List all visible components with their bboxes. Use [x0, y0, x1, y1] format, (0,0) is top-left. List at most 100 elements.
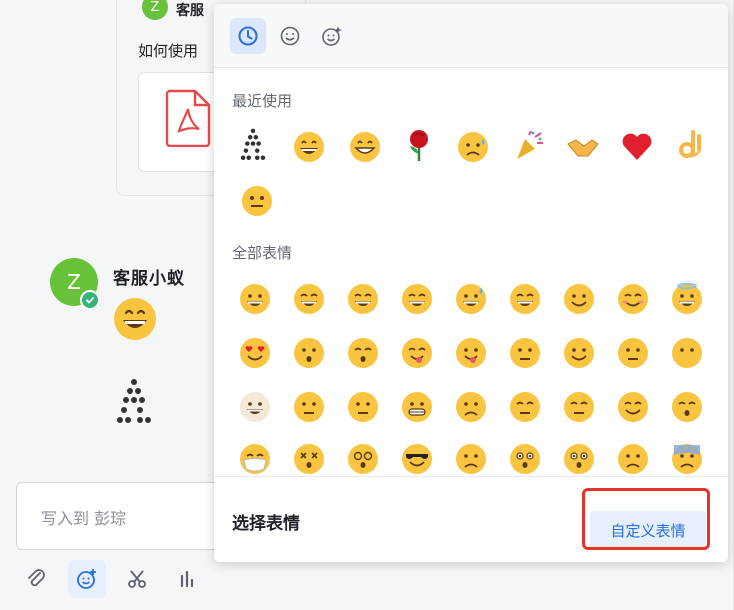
attach-button[interactable]: [18, 560, 56, 598]
heart-eyes-emoji[interactable]: [238, 336, 272, 370]
tongue-emoji[interactable]: [454, 336, 488, 370]
fearful-face-icon: [672, 444, 702, 474]
heart-eyes-face-icon: [240, 338, 270, 368]
sleeping-face-icon: [672, 392, 702, 422]
rose-icon: [410, 130, 428, 161]
ok-hand-emoji[interactable]: [674, 128, 708, 162]
kiss-closed-face-icon: [348, 338, 378, 368]
message-compose-box[interactable]: 写入到 彭琮: [16, 482, 236, 550]
grimace-emoji[interactable]: [400, 390, 434, 424]
emoji-add-icon: [77, 569, 96, 589]
sad-sweat-face-icon: [458, 132, 488, 162]
beam-emoji[interactable]: [346, 282, 380, 316]
flushed-emoji[interactable]: [562, 442, 596, 476]
mask-emoji[interactable]: [238, 442, 272, 476]
expressionless-emoji[interactable]: [616, 336, 650, 370]
tab-emoji[interactable]: [272, 18, 308, 54]
clock-icon: [238, 26, 258, 46]
yum-emoji[interactable]: [400, 336, 434, 370]
ant-logo-sticker: [117, 379, 151, 423]
smiley-sparkle-icon: [322, 26, 342, 46]
compose-toolbar: [18, 560, 206, 598]
flushed-face-icon: [564, 444, 594, 474]
mask-face-icon: [240, 444, 270, 474]
sad-sweat-emoji[interactable]: [456, 130, 490, 164]
joy-emoji[interactable]: [508, 282, 542, 316]
joy-face-icon: [510, 284, 540, 314]
relieved-emoji[interactable]: [508, 390, 542, 424]
beaming-emoji[interactable]: [348, 130, 382, 164]
neutral-face-icon: [242, 186, 272, 216]
fearful-emoji[interactable]: [670, 442, 704, 476]
scissors-icon: [128, 570, 146, 588]
neutral-face-icon: [510, 338, 540, 368]
grinning-emoji[interactable]: [292, 130, 326, 164]
grinning-face-icon: [294, 132, 324, 162]
party-popper-icon: [517, 130, 543, 159]
unamused-emoji[interactable]: [346, 390, 380, 424]
handshake-icon: [567, 139, 599, 157]
red-heart-emoji[interactable]: [620, 130, 654, 164]
emoji-picker-panel: 最近使用 全部表情 选择表情 自定义表情: [214, 4, 728, 562]
neutral-face-emoji[interactable]: [240, 184, 274, 218]
wink-emoji[interactable]: [562, 282, 596, 316]
kiss-emoji[interactable]: [292, 336, 326, 370]
confused-emoji[interactable]: [454, 442, 488, 476]
spiral-emoji[interactable]: [346, 442, 380, 476]
relieved-face-icon: [510, 392, 540, 422]
grin2-emoji[interactable]: [292, 282, 326, 316]
sleepy-face-icon: [618, 392, 648, 422]
think-face-icon: [564, 338, 594, 368]
screenshot-button[interactable]: [118, 560, 156, 598]
wink-face-icon: [564, 284, 594, 314]
smiley-icon: [280, 26, 300, 46]
hushed-emoji[interactable]: [508, 442, 542, 476]
sleeping-emoji[interactable]: [670, 390, 704, 424]
unamused-face-icon: [348, 392, 378, 422]
no-mouth-emoji[interactable]: [670, 336, 704, 370]
sleepy-emoji[interactable]: [616, 390, 650, 424]
halo-face-icon: [672, 283, 702, 314]
grin-emoji[interactable]: [238, 282, 272, 316]
exhale-emoji[interactable]: [454, 390, 488, 424]
smirk-emoji[interactable]: [292, 390, 326, 424]
rose-emoji[interactable]: [402, 128, 436, 162]
cold-emoji[interactable]: [238, 390, 272, 424]
exhale-face-icon: [456, 392, 486, 422]
no-mouth-face-icon: [672, 338, 702, 368]
ant-logo-emoji[interactable]: [236, 128, 270, 162]
tab-recent[interactable]: [230, 18, 266, 54]
tab-custom[interactable]: [314, 18, 350, 54]
pdf-file-icon: [165, 89, 211, 147]
sunglasses-emoji[interactable]: [400, 442, 434, 476]
spiral-face-icon: [348, 444, 378, 474]
chart-bars-icon: [180, 570, 194, 588]
previous-sender-name: 客服: [176, 3, 204, 19]
kiss-closed-emoji[interactable]: [346, 336, 380, 370]
beaming-face-icon: [350, 132, 380, 162]
paperclip-icon: [28, 569, 45, 587]
handshake-emoji[interactable]: [566, 130, 600, 164]
more-tools-button[interactable]: [168, 560, 206, 598]
emoji-tabs: [214, 4, 728, 68]
sweat-face-icon: [456, 284, 486, 314]
think-emoji[interactable]: [562, 336, 596, 370]
party-popper-emoji[interactable]: [512, 128, 546, 162]
squint-emoji[interactable]: [400, 282, 434, 316]
grimace-face-icon: [402, 392, 432, 422]
compose-input[interactable]: 写入到 彭琮: [41, 505, 126, 529]
custom-emoji-button[interactable]: 自定义表情: [590, 511, 706, 549]
sweat-emoji[interactable]: [454, 282, 488, 316]
blush-emoji[interactable]: [616, 282, 650, 316]
hushed-face-icon: [510, 444, 540, 474]
confused-face-icon: [456, 444, 486, 474]
pensive-emoji[interactable]: [562, 390, 596, 424]
neutral-emoji[interactable]: [508, 336, 542, 370]
emoji-button[interactable]: [68, 560, 106, 598]
dizzy-emoji[interactable]: [292, 442, 326, 476]
yum-face-icon: [402, 338, 432, 368]
grin-face-icon: [240, 284, 270, 314]
frown-emoji[interactable]: [616, 442, 650, 476]
beam-face-icon: [348, 284, 378, 314]
halo-emoji[interactable]: [670, 282, 704, 316]
